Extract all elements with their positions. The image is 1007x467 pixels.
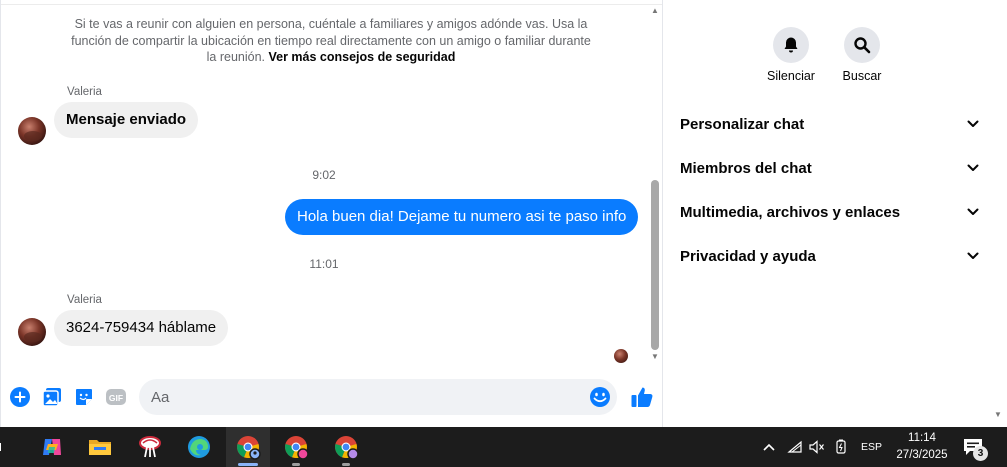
section-title: Multimedia, archivos y enlaces [680,203,901,221]
mute-label: Silenciar [767,69,815,83]
search-label: Buscar [842,69,882,83]
wifi-icon[interactable] [787,427,803,467]
task-view-icon[interactable] [0,427,14,467]
gif-icon[interactable]: GIF [105,386,127,408]
message-timestamp: 11:01 [309,257,339,271]
chevron-up-icon[interactable] [762,427,778,467]
scroll-down-arrow-icon[interactable]: ▼ [994,410,1002,419]
language-indicator[interactable]: ESP [861,427,882,467]
section-media-files-links[interactable]: Multimedia, archivos y enlaces [680,198,980,226]
message-input[interactable] [151,379,581,415]
plus-icon[interactable] [9,386,31,408]
battery-icon[interactable] [834,427,848,467]
safety-tips-link[interactable]: Ver más consejos de seguridad [268,50,455,64]
chrome-profile-3-icon[interactable] [324,427,368,467]
message-input-container [139,379,617,415]
section-title: Privacidad y ayuda [680,247,816,265]
clock-date: 27/3/2025 [896,449,948,461]
search-action[interactable]: Buscar [827,27,897,83]
thumbs-up-icon[interactable] [629,384,655,410]
clock-time: 11:14 [908,432,936,444]
message-sender: Valeria [67,86,102,98]
edge-icon[interactable] [177,427,221,467]
chat-scrollbar[interactable]: ▲ ▼ [649,4,661,364]
chat-panel: Si te vas a reunir con alguien en person… [0,0,663,427]
file-explorer-icon[interactable] [78,427,122,467]
bell-icon[interactable] [773,27,809,63]
chat-header-divider [1,0,663,5]
section-customize-chat[interactable]: Personalizar chat [680,110,980,138]
chevron-down-icon [967,164,979,171]
avatar[interactable] [18,318,46,346]
scroll-thumb[interactable] [651,180,659,350]
section-privacy-help[interactable]: Privacidad y ayuda [680,242,980,270]
copilot-icon[interactable] [30,427,74,467]
chevron-down-icon [967,120,979,127]
sticker-icon[interactable] [73,386,95,408]
message-bubble-incoming[interactable]: 3624-759434 háblame [54,310,229,346]
message-composer: GIF [1,375,663,419]
scroll-up-arrow-icon[interactable]: ▲ [650,6,660,16]
mute-action[interactable]: Silenciar [756,27,826,83]
safety-notice: Si te vas a reunir con alguien en person… [71,16,591,66]
gallery-icon[interactable] [41,386,63,408]
volume-muted-icon[interactable] [809,427,825,467]
message-timestamp: 9:02 [312,168,336,182]
section-chat-members[interactable]: Miembros del chat [680,154,980,182]
message-bubble-incoming[interactable]: Mensaje enviado [54,102,199,138]
chevron-down-icon [967,252,979,259]
windows-taskbar: ESP 11:14 27/3/2025 [0,427,1007,467]
section-title: Miembros del chat [680,159,812,177]
running-app-indicator [292,463,300,466]
chevron-down-icon [967,208,979,215]
message-sender: Valeria [67,294,102,306]
seen-indicator-avatar [614,349,628,363]
notification-count-badge: 3 [973,446,988,461]
system-clock[interactable]: 11:14 27/3/2025 [890,430,954,464]
avatar[interactable] [18,117,46,145]
emoji-icon[interactable] [589,386,611,408]
chrome-profile-2-icon[interactable] [274,427,318,467]
running-app-indicator [342,463,350,466]
section-title: Personalizar chat [680,115,805,133]
chrome-profile-1-icon[interactable] [226,427,270,467]
scroll-down-arrow-icon[interactable]: ▼ [650,352,660,362]
message-bubble-outgoing[interactable]: Hola buen dia! Dejame tu numero asi te p… [285,199,639,235]
photo-app-icon[interactable] [128,427,172,467]
search-icon[interactable] [844,27,880,63]
gif-label: GIF [109,393,123,403]
chat-info-panel: Silenciar Buscar Personalizar chat Miemb… [662,0,1007,427]
app-window: Si te vas a reunir con alguien en person… [0,0,1007,467]
active-app-indicator [238,463,258,466]
